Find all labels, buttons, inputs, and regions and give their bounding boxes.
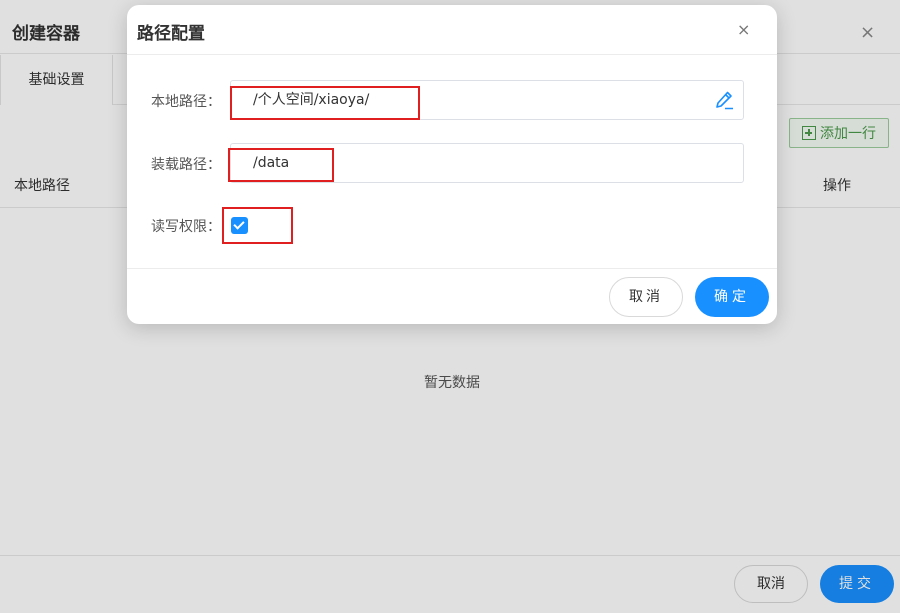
edit-pencil-icon[interactable] (714, 90, 734, 110)
local-path-label: 本地路径： (151, 94, 221, 110)
path-config-dialog: 路径配置 × 本地路径： /个人空间/xiaoya/ 装载路径： /data 读… (127, 5, 777, 324)
local-path-row: 本地路径： /个人空间/xiaoya/ (127, 80, 777, 120)
mount-path-label: 装载路径： (151, 157, 221, 173)
close-icon[interactable]: × (737, 20, 750, 39)
mount-path-row: 装载路径： /data (127, 143, 777, 183)
path-dialog-title: 路径配置 (137, 24, 205, 44)
confirm-button[interactable]: 确定 (695, 277, 769, 317)
cancel-button[interactable]: 取消 (609, 277, 683, 317)
highlight-box-read-write (222, 207, 293, 244)
path-dialog-header: 路径配置 × (127, 5, 777, 55)
highlight-box-mount-path (228, 148, 334, 182)
highlight-box-local-path (230, 86, 420, 120)
read-write-label: 读写权限： (151, 219, 221, 235)
